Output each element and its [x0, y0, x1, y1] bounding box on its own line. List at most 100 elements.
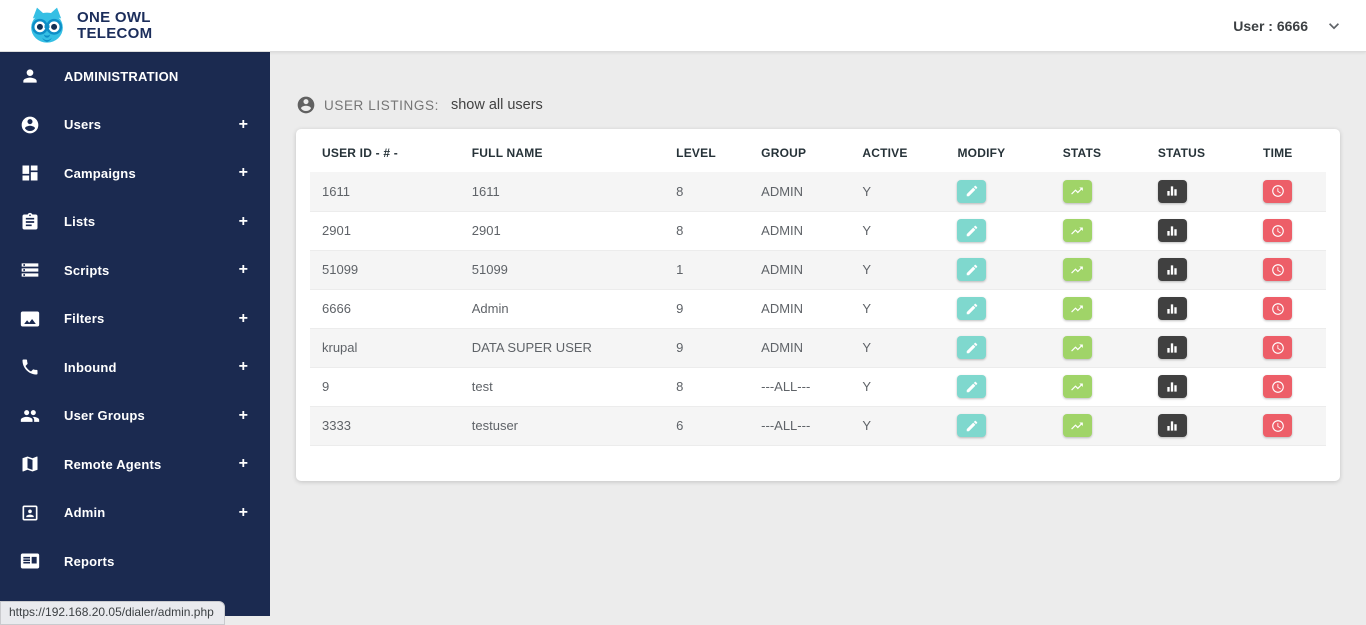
cell-full-name: Admin	[471, 301, 509, 316]
column-header-group: GROUP	[761, 145, 807, 160]
status-button[interactable]	[1157, 219, 1187, 242]
stats-button[interactable]	[1062, 179, 1092, 203]
cell-active: Y	[862, 223, 872, 238]
user-listings-card: USER ID - # - FULL NAME LEVEL GROUP ACTIVE MO…	[296, 129, 1340, 481]
stats-button[interactable]	[1062, 219, 1092, 242]
sidebar-item-filters[interactable]: Filters +	[0, 295, 270, 344]
time-button[interactable]	[1263, 297, 1293, 320]
sidebar-item-label: Remote Agents	[64, 456, 162, 472]
bar-chart-icon	[1167, 381, 1177, 392]
sidebar-item-administration[interactable]: ADMINISTRATION	[0, 52, 270, 101]
time-button[interactable]	[1263, 179, 1293, 203]
bar-chart-icon	[1167, 342, 1177, 353]
sidebar-item-scripts[interactable]: Scripts +	[0, 246, 270, 295]
stats-button[interactable]	[1062, 258, 1092, 281]
clock-icon	[1271, 302, 1284, 315]
modify-button[interactable]	[957, 414, 987, 437]
expand-plus-icon[interactable]: +	[239, 261, 248, 279]
status-button[interactable]	[1157, 414, 1187, 437]
modify-button[interactable]	[957, 297, 987, 320]
sidebar-item-reports[interactable]: Reports	[0, 537, 270, 586]
bar-chart-icon	[1167, 264, 1177, 275]
clock-icon	[1271, 419, 1284, 432]
sidebar-item-campaigns[interactable]: Campaigns +	[0, 149, 270, 198]
status-button[interactable]	[1157, 375, 1187, 398]
column-header-status: STATUS	[1157, 145, 1206, 160]
expand-plus-icon[interactable]: +	[239, 407, 248, 425]
bar-chart-icon	[1167, 420, 1177, 431]
time-button[interactable]	[1263, 219, 1293, 242]
page-title: USER LISTINGS:	[324, 97, 439, 113]
logo[interactable]: ONE OWL TELECOM	[26, 6, 152, 46]
sidebar-item-users[interactable]: Users +	[0, 101, 270, 150]
cell-group: ---ALL---	[761, 418, 811, 433]
cell-group: ADMIN	[761, 262, 804, 277]
pencil-icon	[966, 225, 978, 236]
top-header: ONE OWL TELECOM User : 6666	[0, 0, 1366, 52]
expand-plus-icon[interactable]: +	[239, 213, 248, 231]
stats-button[interactable]	[1062, 336, 1092, 359]
status-button[interactable]	[1157, 297, 1187, 320]
trending-up-icon	[1071, 227, 1084, 234]
table-row: 1611 1611 8 ADMIN Y	[310, 172, 1326, 211]
main-content: USER LISTINGS: show all users USER ID - …	[270, 52, 1366, 616]
expand-plus-icon[interactable]: +	[239, 358, 248, 376]
cell-active: Y	[862, 340, 872, 355]
column-header-active: ACTIVE	[862, 145, 908, 160]
status-button[interactable]	[1157, 258, 1187, 281]
sidebar-item-lists[interactable]: Lists +	[0, 198, 270, 247]
modify-button[interactable]	[957, 336, 987, 359]
pencil-icon	[966, 303, 978, 314]
status-button[interactable]	[1157, 179, 1187, 203]
expand-plus-icon[interactable]: +	[239, 164, 248, 182]
stats-button[interactable]	[1062, 297, 1092, 320]
column-header-full-name: FULL NAME	[471, 145, 543, 160]
status-button[interactable]	[1157, 336, 1187, 359]
stats-button[interactable]	[1062, 375, 1092, 398]
time-button[interactable]	[1263, 375, 1293, 398]
table-row: 2901 2901 8 ADMIN Y	[310, 211, 1326, 250]
pencil-icon	[966, 381, 978, 392]
cell-group: ADMIN	[761, 340, 804, 355]
sidebar-item-inbound[interactable]: Inbound +	[0, 343, 270, 392]
table-row: 3333 testuser 6 ---ALL--- Y	[310, 406, 1326, 445]
modify-button[interactable]	[957, 179, 987, 203]
cell-active: Y	[862, 262, 872, 277]
expand-plus-icon[interactable]: +	[239, 310, 248, 328]
modify-button[interactable]	[957, 219, 987, 242]
sidebar-item-admin[interactable]: Admin +	[0, 489, 270, 538]
image-filter-icon	[20, 311, 40, 327]
logo-text: ONE OWL TELECOM	[77, 10, 152, 41]
modify-button[interactable]	[957, 258, 987, 281]
clipboard-icon	[22, 212, 38, 230]
modify-button[interactable]	[957, 375, 987, 398]
column-header-user-id: USER ID - # -	[322, 145, 398, 160]
cell-full-name: 1611	[471, 183, 500, 199]
trending-up-icon	[1071, 422, 1084, 429]
expand-plus-icon[interactable]: +	[239, 116, 248, 134]
show-all-users-link[interactable]: show all users	[451, 97, 543, 113]
listing-header: USER LISTINGS: show all users	[296, 95, 1340, 115]
expand-plus-icon[interactable]: +	[239, 504, 248, 522]
trending-up-icon	[1071, 187, 1084, 195]
logo-line1: ONE OWL	[77, 9, 151, 27]
chevron-down-icon[interactable]	[1324, 16, 1344, 36]
account-circle-icon	[297, 96, 315, 114]
time-button[interactable]	[1263, 258, 1293, 281]
time-button[interactable]	[1263, 414, 1293, 437]
sidebar-item-label: Lists	[64, 214, 96, 230]
sidebar-item-remote-agents[interactable]: Remote Agents +	[0, 440, 270, 489]
sidebar-item-label: Scripts	[64, 262, 110, 278]
cell-group: ADMIN	[761, 183, 804, 199]
user-menu[interactable]: User : 6666	[1233, 16, 1344, 36]
cell-level: 8	[676, 223, 684, 238]
sidebar-item-user-groups[interactable]: User Groups +	[0, 392, 270, 441]
stats-button[interactable]	[1062, 414, 1092, 437]
cell-active: Y	[862, 379, 872, 394]
sidebar-nav: ADMINISTRATION Users + Campaigns + Lists…	[0, 52, 270, 586]
people-icon	[20, 409, 40, 422]
cell-level: 9	[676, 301, 684, 316]
time-button[interactable]	[1263, 336, 1293, 359]
clock-icon	[1271, 341, 1284, 354]
expand-plus-icon[interactable]: +	[239, 455, 248, 473]
